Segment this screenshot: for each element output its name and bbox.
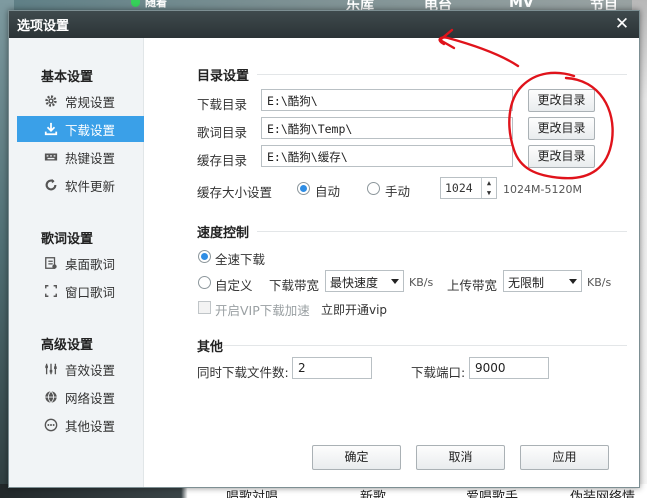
sidebar-heading-advanced: 高级设置 [41, 338, 94, 353]
sidebar-item-window-lyrics[interactable]: 窗口歌词 [17, 278, 144, 304]
cache-manual-radio[interactable] [367, 182, 380, 195]
sidebar-item-other[interactable]: 其他设置 [17, 412, 144, 438]
section-divider [257, 74, 627, 75]
keyboard-icon [43, 149, 59, 165]
download-settings-panel: 目录设置 下载目录 E:\酷狗\ 更改目录 歌词目录 E:\酷狗\Temp\ 更… [145, 38, 639, 487]
upload-bandwidth-value: 无限制 [508, 276, 545, 290]
section-title-directory: 目录设置 [197, 69, 250, 84]
close-icon[interactable]: ✕ [613, 14, 631, 34]
sidebar-item-download[interactable]: 下载设置 [17, 116, 144, 142]
network-icon [43, 389, 59, 405]
download-bandwidth-unit: KB/s [409, 276, 434, 289]
vip-signup-link[interactable]: 立即开通vip [321, 301, 387, 318]
download-bandwidth-select[interactable]: 最快速度 [325, 270, 404, 292]
gear-icon [43, 93, 59, 109]
sidebar-item-label: 下载设置 [65, 122, 116, 138]
download-bandwidth-label: 下载带宽 [269, 278, 320, 293]
upload-bandwidth-label: 上传带宽 [447, 278, 498, 293]
cache-size-range: 1024M-5120M [503, 183, 582, 196]
chevron-down-icon [569, 279, 577, 284]
download-port-input[interactable]: 9000 [469, 357, 549, 379]
download-dir-label: 下载目录 [197, 97, 248, 112]
download-icon [43, 121, 59, 137]
custom-speed-radio[interactable] [198, 276, 211, 289]
sidebar-item-hotkeys[interactable]: 热键设置 [17, 144, 144, 170]
equalizer-icon [43, 361, 59, 377]
sidebar-item-label: 常规设置 [65, 94, 116, 110]
cache-size-stepper[interactable]: 1024 ▲ ▼ [440, 177, 497, 199]
sidebar-item-label: 窗口歌词 [65, 284, 116, 300]
cancel-button[interactable]: 取消 [416, 445, 505, 470]
sidebar-item-label: 音效设置 [65, 362, 116, 378]
chevron-down-icon [391, 279, 399, 284]
download-port-label: 下载端口: [411, 365, 466, 380]
download-dir-input[interactable]: E:\酷狗\ [261, 89, 513, 111]
upload-bandwidth-unit: KB/s [587, 276, 612, 289]
cache-auto-radio[interactable] [297, 182, 310, 195]
sidebar-heading-basic: 基本设置 [41, 70, 94, 85]
cache-dir-label: 缓存目录 [197, 153, 248, 168]
sidebar-item-label: 桌面歌词 [65, 256, 116, 272]
download-bandwidth-value: 最快速度 [330, 276, 379, 290]
full-speed-radio[interactable] [198, 250, 211, 263]
sidebar-item-label: 热键设置 [65, 150, 116, 166]
change-download-dir-button[interactable]: 更改目录 [528, 89, 595, 112]
stepper-up-icon[interactable]: ▲ [482, 178, 496, 188]
window-lyrics-icon [43, 283, 59, 299]
sidebar-heading-lyrics: 歌词设置 [41, 232, 94, 247]
concurrent-downloads-input[interactable]: 2 [292, 357, 372, 379]
sidebar-item-label: 软件更新 [65, 178, 116, 194]
dialog-titlebar[interactable]: 选项设置 ✕ [9, 11, 639, 38]
sidebar-item-desktop-lyrics[interactable]: 桌面歌词 [17, 250, 144, 276]
upload-bandwidth-select[interactable]: 无限制 [503, 270, 582, 292]
vip-acceleration-label: 开启VIP下载加速 [215, 303, 310, 318]
sidebar-item-sound-effects[interactable]: 音效设置 [17, 356, 144, 382]
ok-button[interactable]: 确定 [312, 445, 401, 470]
change-lyrics-dir-button[interactable]: 更改目录 [528, 117, 595, 140]
cache-size-value: 1024 [445, 181, 473, 195]
cache-auto-label: 自动 [315, 184, 341, 199]
section-divider [257, 231, 627, 232]
lyrics-dir-label: 歌词目录 [197, 125, 248, 140]
options-dialog: 选项设置 ✕ 基本设置 常规设置 下载设置 热键设置 软件更新 歌词设置 桌面歌… [8, 10, 640, 488]
sidebar-item-label: 网络设置 [65, 390, 116, 406]
full-speed-label: 全速下载 [215, 252, 266, 267]
update-icon [43, 177, 59, 193]
lyrics-dir-input[interactable]: E:\酷狗\Temp\ [261, 117, 513, 139]
vip-acceleration-checkbox[interactable] [198, 301, 211, 314]
section-title-other: 其他 [197, 340, 224, 355]
settings-sidebar: 基本设置 常规设置 下载设置 热键设置 软件更新 歌词设置 桌面歌词 窗口歌词 … [9, 38, 144, 487]
change-cache-dir-button[interactable]: 更改目录 [528, 145, 595, 168]
dialog-title: 选项设置 [17, 19, 70, 34]
desktop-lyrics-icon [43, 255, 59, 271]
section-divider [223, 345, 627, 346]
section-title-speed: 速度控制 [197, 226, 250, 241]
concurrent-downloads-label: 同时下载文件数: [197, 365, 289, 380]
more-icon [43, 417, 59, 433]
stepper-down-icon[interactable]: ▼ [482, 188, 496, 198]
sidebar-item-general[interactable]: 常规设置 [17, 88, 144, 114]
cache-manual-label: 手动 [385, 184, 411, 199]
cache-size-label: 缓存大小设置 [197, 185, 273, 200]
custom-speed-label: 自定义 [215, 278, 253, 293]
background-top-text: 随着 [145, 0, 167, 9]
sidebar-item-network[interactable]: 网络设置 [17, 384, 144, 410]
sidebar-item-label: 其他设置 [65, 418, 116, 434]
stepper-arrows[interactable]: ▲ ▼ [481, 178, 496, 198]
sidebar-item-update[interactable]: 软件更新 [17, 172, 144, 198]
apply-button[interactable]: 应用 [520, 445, 609, 470]
cache-dir-input[interactable]: E:\酷狗\缓存\ [261, 145, 513, 167]
